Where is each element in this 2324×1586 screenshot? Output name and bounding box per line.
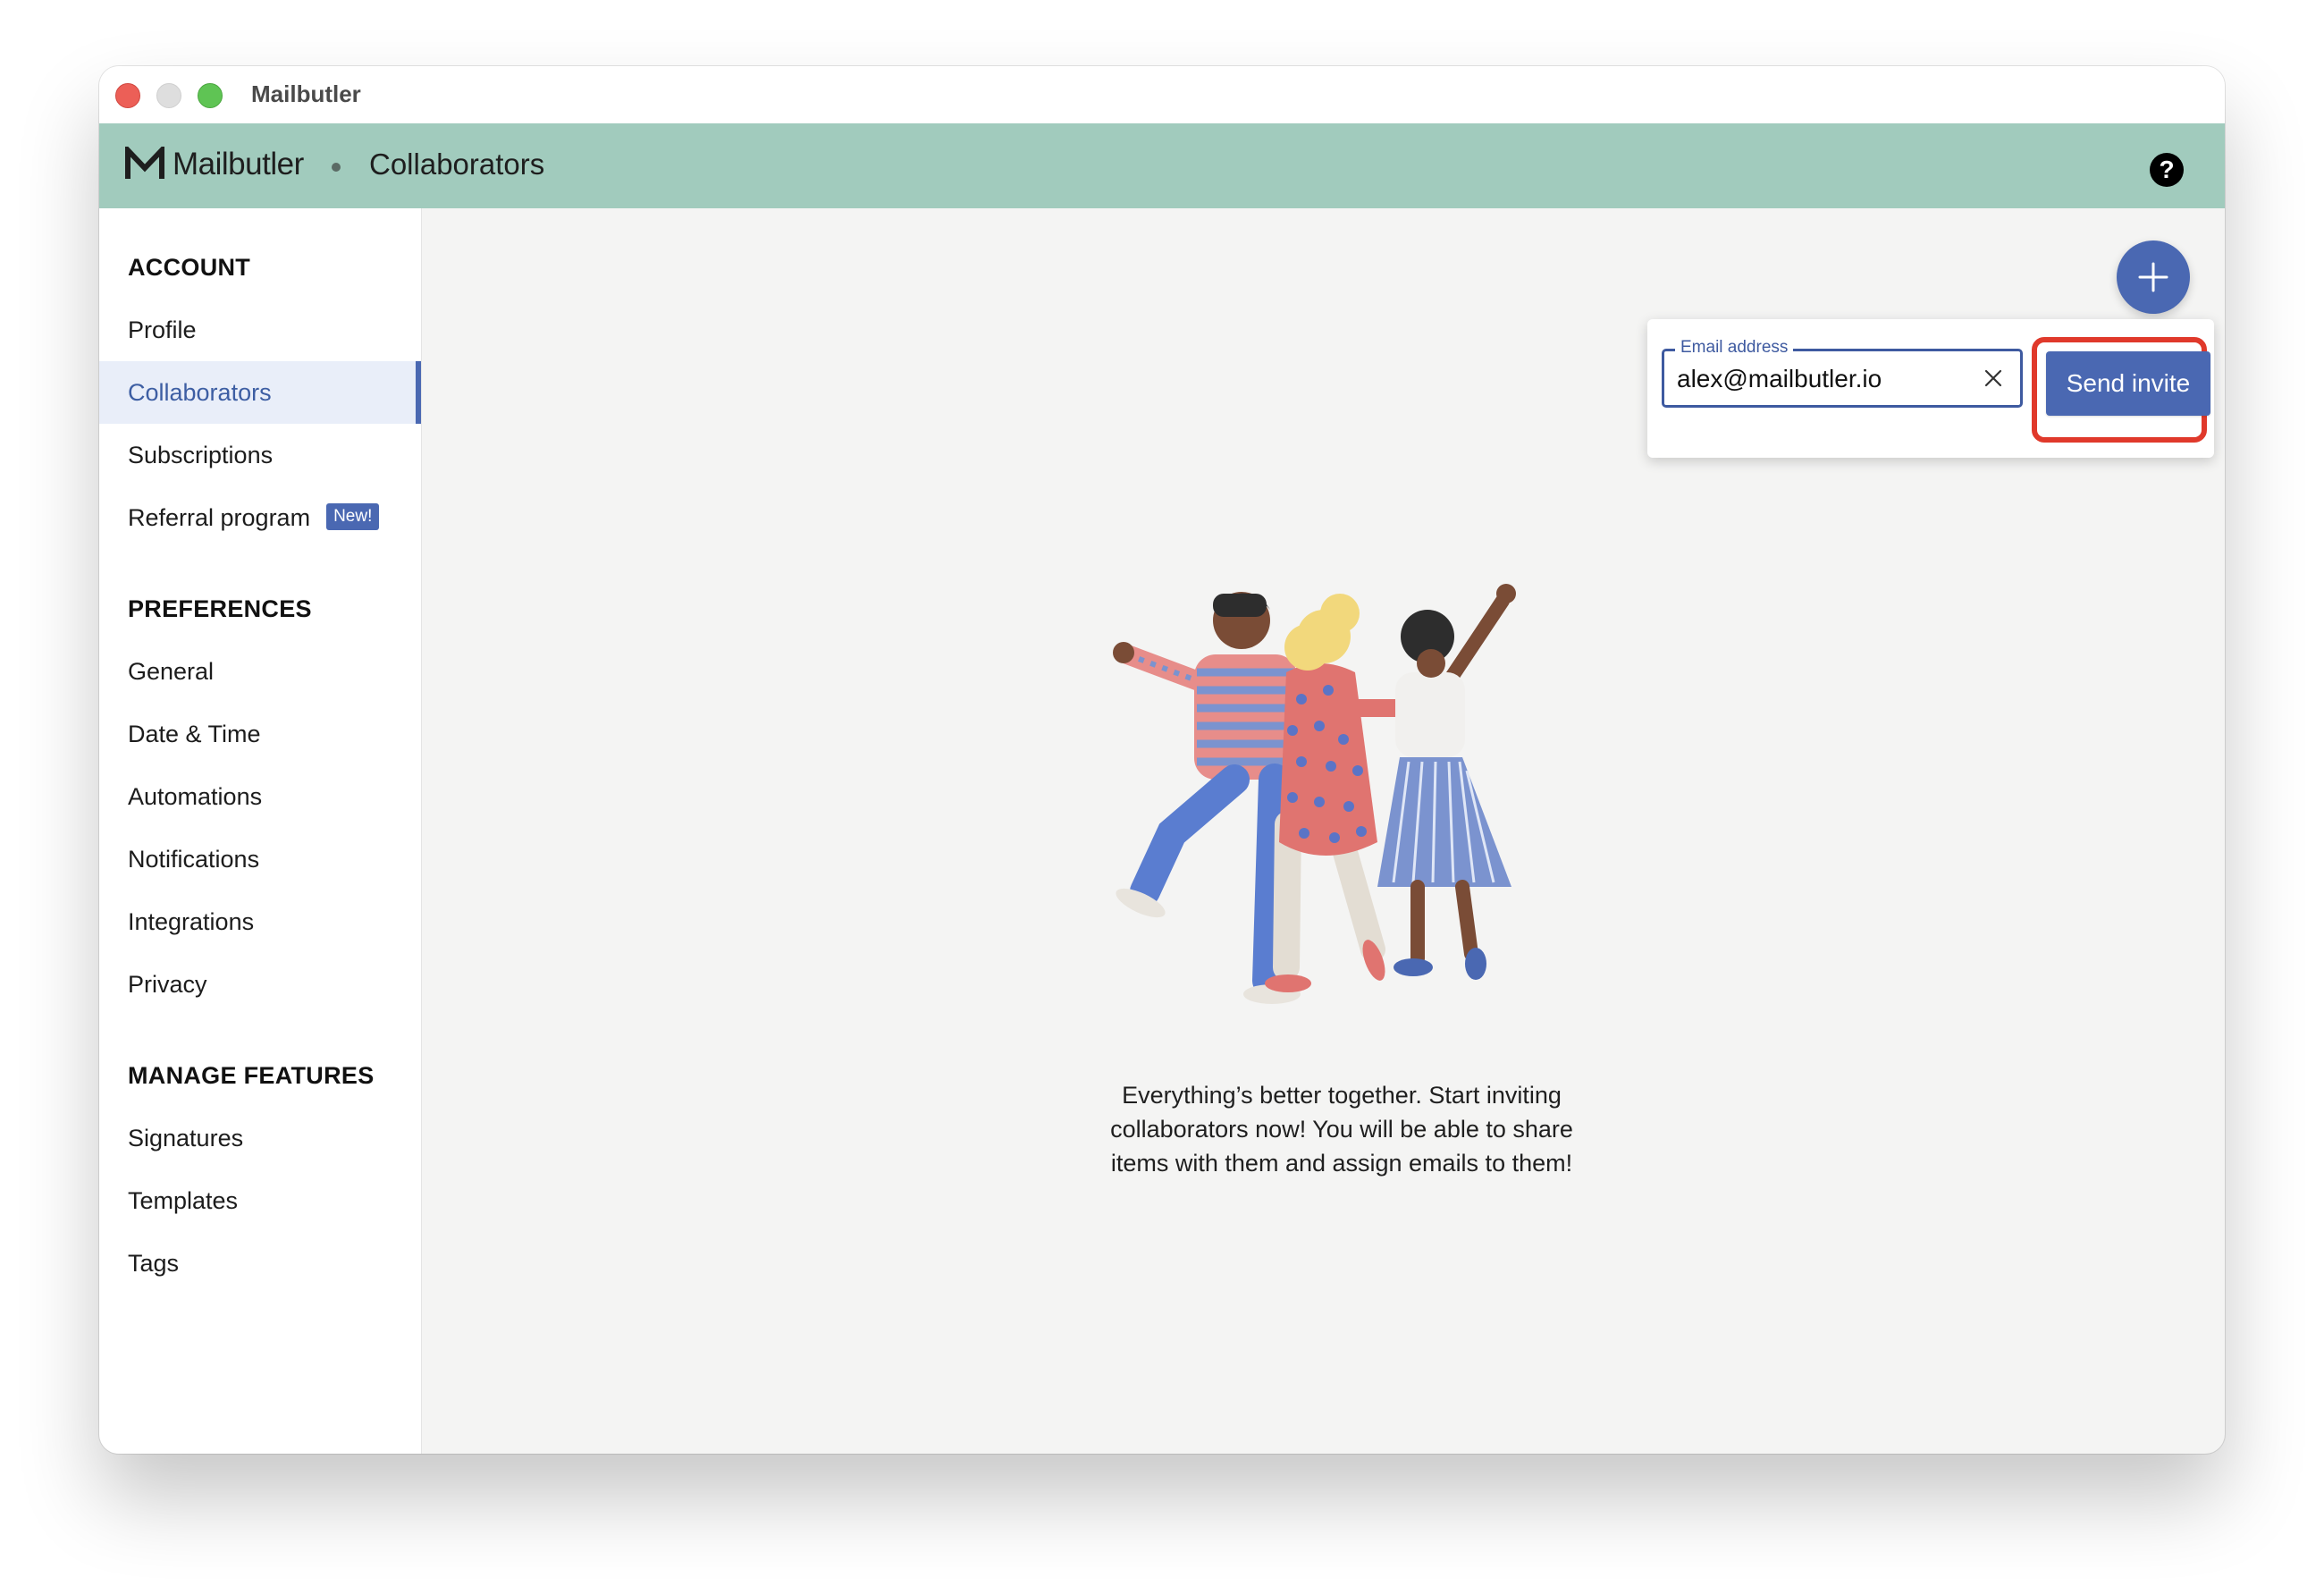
sidebar-item-label: Integrations xyxy=(128,908,255,935)
send-invite-button[interactable]: Send invite xyxy=(2046,351,2210,416)
sidebar-item-label: Notifications xyxy=(128,846,260,873)
sidebar-heading-preferences: PREFERENCES xyxy=(128,595,312,622)
person-left xyxy=(1113,592,1301,1004)
window-titlebar: Mailbutler xyxy=(99,66,2225,124)
new-badge: New! xyxy=(326,502,380,530)
logo-text: Mailbutler xyxy=(173,147,304,181)
sidebar-item-templates[interactable]: Templates xyxy=(99,1169,421,1232)
sidebar-item-date-time[interactable]: Date & Time xyxy=(99,703,421,765)
app-header: Mailbutler Collaborators ? xyxy=(99,123,2225,208)
plus-icon xyxy=(2138,262,2168,292)
sidebar-item-privacy[interactable]: Privacy xyxy=(99,953,421,1016)
person-middle xyxy=(1265,594,1385,992)
sidebar-item-subscriptions[interactable]: Subscriptions xyxy=(99,424,421,486)
sidebar-item-label: Templates xyxy=(128,1187,239,1214)
sidebar-item-label: Date & Time xyxy=(128,721,261,747)
close-window-button[interactable] xyxy=(115,83,140,108)
sidebar-item-label: General xyxy=(128,658,215,685)
zoom-window-button[interactable] xyxy=(198,83,223,108)
close-icon[interactable] xyxy=(1981,366,2006,391)
sidebar-item-label: Privacy xyxy=(128,971,207,998)
sidebar-item-label: Profile xyxy=(128,316,197,343)
sidebar-item-label: Automations xyxy=(128,783,263,810)
sidebar-item-tags[interactable]: Tags xyxy=(99,1232,421,1295)
sidebar-item-referral-program[interactable]: Referral program New! xyxy=(99,486,421,549)
page-title: Collaborators xyxy=(369,148,545,181)
empty-state-message: Everything’s better together. Start invi… xyxy=(1110,1082,1573,1177)
sidebar-item-label: Signatures xyxy=(128,1125,244,1152)
collaborators-illustration xyxy=(1113,584,1516,1004)
email-field-label: Email address xyxy=(1675,338,1794,358)
invite-popover: Email address Send invite xyxy=(1647,319,2214,458)
sidebar-heading-manage-features: MANAGE FEATURES xyxy=(128,1062,375,1089)
sidebar: ACCOUNT Profile Collaborators Subscripti… xyxy=(99,208,422,1454)
sidebar-item-label: Collaborators xyxy=(128,379,272,406)
sidebar-item-label: Tags xyxy=(128,1250,180,1277)
sidebar-item-notifications[interactable]: Notifications xyxy=(99,828,421,890)
sidebar-heading-account: ACCOUNT xyxy=(128,254,251,281)
sidebar-item-signatures[interactable]: Signatures xyxy=(99,1107,421,1169)
app-window: Mailbutler Mailbutler Collaborators ? AC… xyxy=(99,66,2225,1454)
email-field[interactable]: Email address xyxy=(1662,338,2023,408)
window-title: Mailbutler xyxy=(251,80,361,107)
mailbutler-logo-icon xyxy=(125,147,164,179)
minimize-window-button[interactable] xyxy=(156,83,181,108)
breadcrumb-separator xyxy=(332,163,341,172)
sidebar-item-label: Referral program xyxy=(128,504,311,531)
sidebar-item-integrations[interactable]: Integrations xyxy=(99,890,421,953)
email-input[interactable] xyxy=(1677,362,1963,396)
sidebar-item-general[interactable]: General xyxy=(99,640,421,703)
sidebar-item-collaborators[interactable]: Collaborators xyxy=(99,361,421,424)
question-circle-icon[interactable]: ? xyxy=(2150,153,2184,187)
add-collaborator-button[interactable] xyxy=(2117,240,2190,314)
sidebar-item-label: Subscriptions xyxy=(128,442,274,468)
sidebar-item-automations[interactable]: Automations xyxy=(99,765,421,828)
sidebar-item-profile[interactable]: Profile xyxy=(99,299,421,361)
